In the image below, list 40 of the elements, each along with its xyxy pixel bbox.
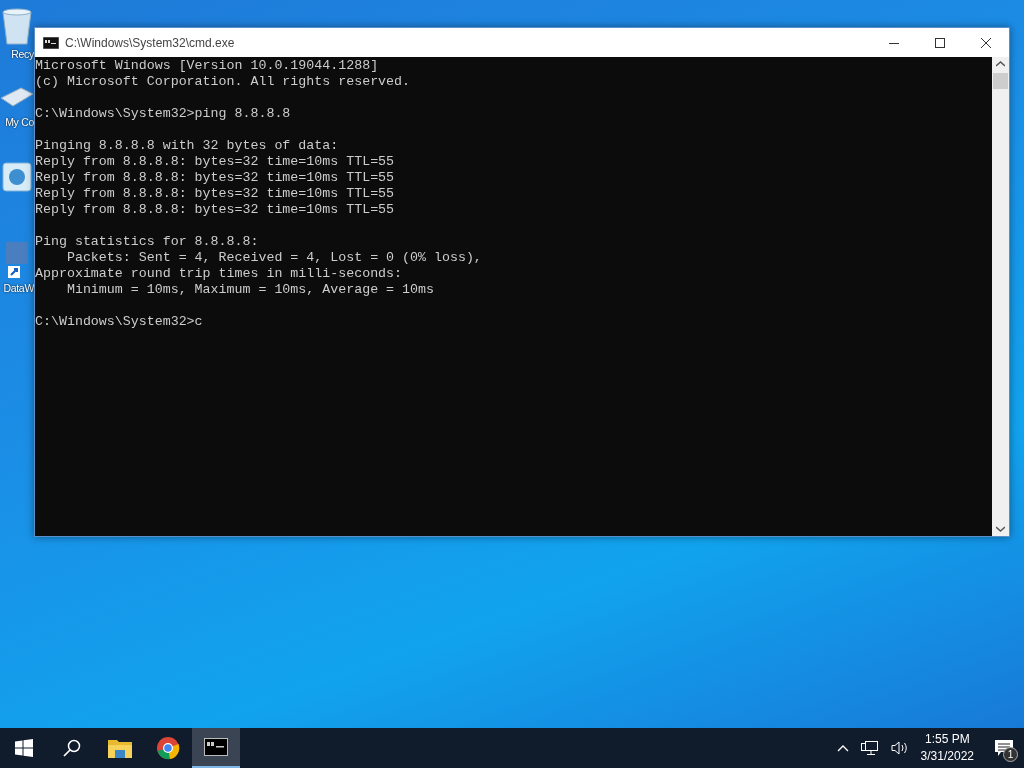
scroll-thumb[interactable] [993, 73, 1008, 89]
console-line: Reply from 8.8.8.8: bytes=32 time=10ms TTL=55 [35, 154, 395, 170]
scroll-down-icon[interactable] [996, 526, 1005, 532]
console-line: Ping statistics for 8.8.8.8: [35, 234, 259, 250]
console-line: Reply from 8.8.8.8: bytes=32 time=10ms TTL=55 [35, 186, 395, 202]
console-icon [43, 36, 59, 49]
console-line: Packets: Sent = 4, Received = 4, Lost = 0 (0% loss), [65, 250, 482, 266]
console-line: Microsoft Windows [Version 10.0.19044.1288] [35, 58, 379, 74]
search-icon [63, 739, 81, 757]
windows-logo-icon [15, 739, 33, 757]
app-icon[interactable] [2, 162, 32, 192]
recycle-bin-icon[interactable] [0, 6, 35, 46]
console-taskbar-button[interactable] [192, 728, 240, 768]
console-line: Minimum = 10ms, Maximum = 10ms, Average = 10ms [65, 282, 434, 298]
console-line: Reply from 8.8.8.8: bytes=32 time=10ms TTL=55 [35, 202, 395, 218]
maximize-icon [935, 37, 945, 48]
close-icon [981, 37, 991, 48]
console-line: C:\Windows\System32>ping 8.8.8.8 [35, 106, 291, 122]
chevron-up-icon[interactable] [836, 744, 849, 752]
console-line: C:\Windows\System32>c [35, 314, 203, 330]
notifications-button[interactable]: 1 [984, 728, 1024, 768]
desktop-icon-label[interactable]: My Co [5, 116, 34, 128]
console-icon [204, 738, 228, 756]
scroll-up-icon[interactable] [996, 61, 1005, 67]
clock-date: 3/31/2022 [920, 748, 974, 765]
desktop-icon-label[interactable]: Recy [11, 48, 34, 60]
folder-icon [108, 738, 132, 758]
desktop-icon-label[interactable]: DataW [3, 282, 34, 294]
speaker-icon[interactable] [890, 740, 909, 756]
console-line: Approximate round trip times in milli-seconds: [35, 266, 403, 282]
clock[interactable]: 1:55 PM 3/31/2022 [920, 731, 974, 765]
scrollbar[interactable] [992, 57, 1009, 536]
browser-icon [156, 736, 180, 760]
notification-count: 1 [1003, 747, 1018, 762]
network-icon[interactable] [860, 740, 879, 756]
console-line: (c) Microsoft Corporation. All rights reserved. [35, 74, 411, 90]
console-line: Reply from 8.8.8.8: bytes=32 time=10ms TTL=55 [35, 170, 395, 186]
clock-time: 1:55 PM [924, 731, 970, 748]
console-line: Pinging 8.8.8.8 with 32 bytes of data: [35, 138, 339, 154]
window-title: C:\Windows\System32\cmd.exe [65, 35, 235, 50]
